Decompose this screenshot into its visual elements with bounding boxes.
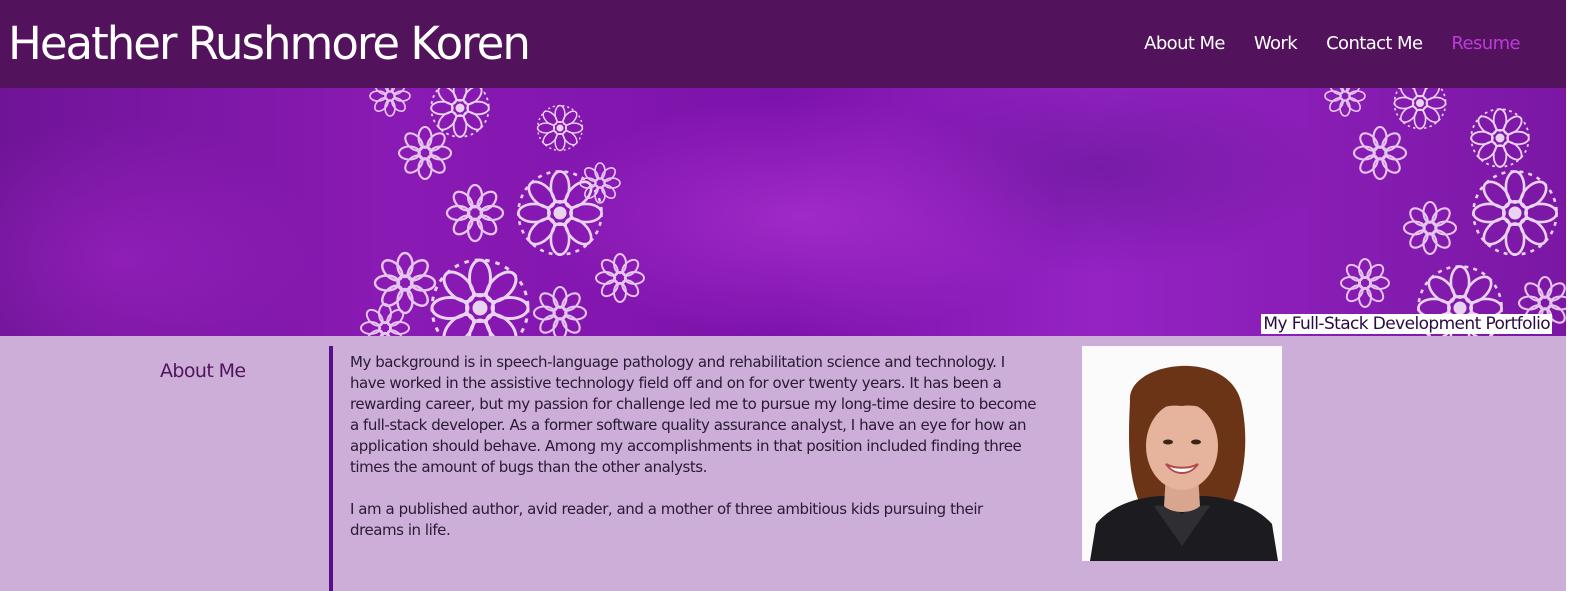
hero-caption: My Full-Stack Development Portfolio: [1261, 314, 1552, 334]
main-nav: About Me Work Contact Me Resume: [1115, 31, 1520, 59]
nav-contact-me[interactable]: Contact Me: [1326, 31, 1423, 59]
about-me-bio: My background is in speech-language path…: [350, 352, 1040, 562]
site-title: Heather Rushmore Koren: [8, 17, 531, 70]
bio-paragraph-personal: I am a published author, avid reader, an…: [350, 500, 983, 539]
profile-photo: [1082, 346, 1282, 561]
nav-resume[interactable]: Resume: [1451, 31, 1520, 59]
site-header: Heather Rushmore Koren About Me Work Con…: [0, 0, 1566, 88]
floral-lace-decoration: [0, 88, 1566, 336]
page-gutter: [1566, 0, 1572, 591]
nav-work[interactable]: Work: [1254, 31, 1298, 59]
bio-paragraph-career: My background is in speech-language path…: [350, 353, 1037, 476]
hero-banner: My Full-Stack Development Portfolio: [0, 88, 1566, 336]
nav-about-me[interactable]: About Me: [1144, 31, 1225, 59]
about-me-heading: About Me: [160, 360, 246, 382]
section-divider: [329, 346, 333, 591]
